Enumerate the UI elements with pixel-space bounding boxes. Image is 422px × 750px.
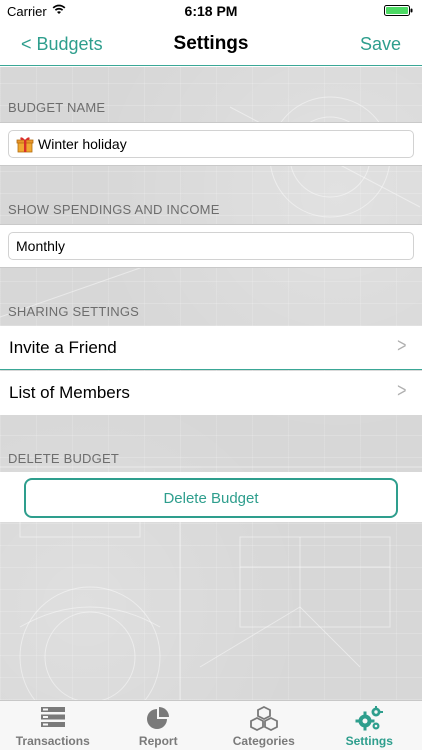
transactions-icon xyxy=(40,707,65,727)
status-time: 6:18 PM xyxy=(184,3,238,19)
tab-categories-label: Categories xyxy=(232,734,295,748)
tab-settings[interactable]: Settings xyxy=(317,701,422,750)
budget-name-value: Winter holiday xyxy=(38,136,127,152)
budget-name-section-label: BUDGET NAME xyxy=(8,100,106,115)
categories-cubes-icon xyxy=(249,706,278,732)
spendings-period-value: Monthly xyxy=(16,238,66,254)
list-members-label: List of Members xyxy=(9,383,130,402)
report-pie-icon xyxy=(147,707,170,729)
tab-transactions-label: Transactions xyxy=(15,734,90,748)
delete-section-label: DELETE BUDGET xyxy=(8,451,119,466)
navigation-bar: < Budgets Settings Save xyxy=(0,22,422,66)
tab-categories[interactable]: Categories xyxy=(211,701,317,750)
tab-settings-label: Settings xyxy=(345,734,393,748)
budget-name-field[interactable]: Winter holiday xyxy=(8,130,414,158)
show-spendings-section-label: SHOW SPENDINGS AND INCOME xyxy=(8,202,220,217)
delete-budget-button[interactable]: Delete Budget xyxy=(24,478,398,518)
gears-icon xyxy=(355,706,384,731)
tab-report-label: Report xyxy=(138,734,178,748)
tab-transactions[interactable]: Transactions xyxy=(0,701,106,750)
page-title: Settings xyxy=(173,33,249,54)
battery-icon xyxy=(384,5,413,16)
invite-friend-label: Invite a Friend xyxy=(9,337,117,357)
spendings-period-field[interactable]: Monthly xyxy=(8,232,414,260)
chevron-right-icon: > xyxy=(397,335,407,357)
sharing-section-label: SHARING SETTINGS xyxy=(8,304,140,319)
gift-icon xyxy=(16,136,34,152)
invite-friend-row[interactable]: Invite a Friend > xyxy=(0,326,422,370)
tab-report[interactable]: Report xyxy=(106,701,212,750)
chevron-right-icon: > xyxy=(397,380,407,402)
save-button[interactable]: Save xyxy=(360,34,401,55)
status-bar: Carrier 6:18 PM xyxy=(0,0,422,22)
list-members-row[interactable]: List of Members > xyxy=(0,371,422,415)
tab-bar: Transactions Report Categories Settings xyxy=(0,700,422,750)
